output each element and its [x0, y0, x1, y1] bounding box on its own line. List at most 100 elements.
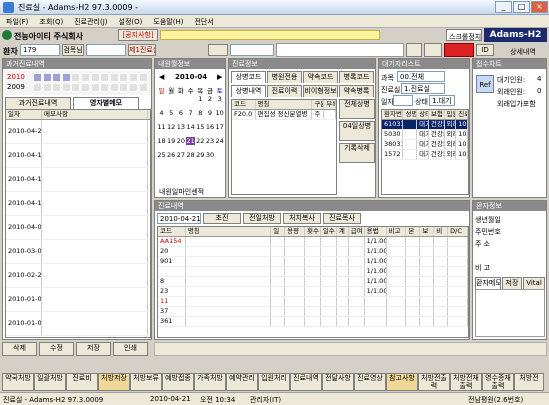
calendar-day[interactable]: 4	[157, 109, 166, 117]
history-row[interactable]: 2010-03-02	[6, 240, 150, 264]
menu-item-0[interactable]: 파일(F)	[0, 15, 33, 27]
month-cell[interactable]	[119, 83, 129, 92]
history-row[interactable]: 2010-01-07	[6, 288, 150, 312]
day-select[interactable]	[393, 95, 413, 106]
patient-memo-box[interactable]	[475, 289, 545, 337]
order-date-input[interactable]: 2010-04-21	[157, 213, 201, 224]
month-cell[interactable]	[81, 73, 90, 82]
month-cell[interactable]	[52, 73, 62, 82]
order-row[interactable]: 361	[158, 317, 468, 327]
bottom-btn-12[interactable]: 참고사항	[386, 373, 418, 391]
calendar-day[interactable]: 26	[167, 151, 176, 159]
bottom-btn-5[interactable]: 예방접종	[162, 373, 194, 391]
month-cell[interactable]	[61, 73, 71, 82]
tab-treat-1[interactable]: 병원전용	[267, 71, 302, 83]
calendar-day[interactable]: 10	[215, 109, 224, 117]
all-diagnosis-button[interactable]: 전체상병	[339, 99, 375, 119]
include-outpatient-check[interactable]: 외래입가포함	[497, 99, 536, 109]
calendar-day[interactable]: 22	[196, 137, 205, 145]
order-btn-3[interactable]: 진료목사	[323, 213, 361, 224]
calendar-day[interactable]: 6	[176, 109, 185, 117]
menu-item-2[interactable]: 진료관리(J)	[68, 15, 112, 27]
state-select[interactable]: 1.대기	[429, 95, 455, 106]
calendar-day[interactable]: 25	[157, 151, 166, 159]
calendar-day[interactable]: 9	[206, 109, 215, 117]
calendar-day[interactable]: 19	[167, 137, 176, 145]
month-cell[interactable]	[129, 73, 138, 82]
bottom-btn-9[interactable]: 진료내역	[290, 373, 322, 391]
subtab-treat-3[interactable]: 약속병록	[339, 85, 374, 97]
tab-memo[interactable]: 영자별메모	[73, 97, 139, 109]
month-cell[interactable]	[100, 73, 110, 82]
month-cell[interactable]	[61, 83, 71, 92]
calendar-day[interactable]: 29	[196, 151, 205, 159]
waiting-row[interactable]: 380310 대기건강보험외래10:32:45	[382, 140, 468, 150]
order-row[interactable]: 901 1/1.00	[158, 257, 468, 267]
calendar-day[interactable]: 28	[186, 151, 195, 159]
calendar-day[interactable]: 13	[176, 123, 185, 131]
month-cell[interactable]	[119, 73, 129, 82]
calendar-day[interactable]: 7	[186, 109, 195, 117]
menu-item-5[interactable]: 전단서	[188, 15, 218, 27]
viewer-button[interactable]	[406, 43, 422, 57]
check-scroll-stop[interactable]: 스크롤정지	[446, 29, 482, 41]
room-select[interactable]: 1.진료실	[401, 83, 445, 94]
calendar-day[interactable]: 23	[206, 137, 215, 145]
bottom-btn-13[interactable]: 처방전출력	[418, 373, 450, 391]
calendar-day[interactable]: 24	[215, 137, 224, 145]
month-cell[interactable]	[138, 73, 148, 82]
ref-button[interactable]: Ref	[476, 75, 494, 93]
reception-list-button[interactable]: 제1진료실	[128, 44, 156, 56]
order-row[interactable]: 1/1.00	[158, 267, 468, 277]
bottom-btn-10[interactable]: 전달사항	[322, 373, 354, 391]
month-cell[interactable]	[71, 83, 81, 92]
year-2010[interactable]: 2010	[7, 73, 25, 81]
chart-no-input[interactable]: 179	[20, 44, 60, 56]
next-month-icon[interactable]: ▶	[217, 73, 222, 81]
month-cell[interactable]	[90, 73, 100, 82]
bottom-btn-8[interactable]: 입원처리	[258, 373, 290, 391]
order-btn-1[interactable]: 전일처방	[243, 213, 281, 224]
bottom-btn-16[interactable]: 처방전	[514, 373, 544, 391]
calendar-day[interactable]: 11	[157, 123, 166, 131]
tab-history[interactable]: 과거진료내역	[5, 97, 71, 109]
prev-month-icon[interactable]: ◀	[159, 73, 164, 81]
notice-button[interactable]: [공지사항]	[118, 29, 158, 41]
month-cell[interactable]	[42, 73, 52, 82]
action-button[interactable]	[208, 44, 228, 56]
bottom-btn-15[interactable]: 영수증재출력	[482, 373, 514, 391]
bottom-btn-1[interactable]: 일괄처방	[34, 373, 66, 391]
id-button[interactable]: ID	[476, 44, 494, 56]
month-cell[interactable]	[81, 83, 90, 92]
menu-item-3[interactable]: 설정(O)	[113, 15, 148, 27]
calendar-day[interactable]: 20	[176, 137, 185, 145]
history-row[interactable]: 2010-04-21	[6, 120, 150, 144]
calendar-day[interactable]: 30	[206, 151, 215, 159]
month-cell[interactable]	[42, 83, 52, 92]
history-row[interactable]: 2010-01-05	[6, 312, 150, 336]
bottom-btn-11[interactable]: 진료영상	[354, 373, 386, 391]
calendar-day[interactable]: 2	[206, 95, 215, 103]
month-cell[interactable]	[109, 83, 119, 92]
order-row[interactable]: 23 1/1.00	[158, 287, 468, 297]
order-row[interactable]: 8 1/1.00	[158, 277, 468, 287]
month-cell[interactable]	[33, 73, 42, 82]
order-btn-2[interactable]: 처치복사	[283, 213, 321, 224]
maximize-button[interactable]: □	[513, 1, 530, 13]
calendar-day[interactable]: 15	[196, 123, 205, 131]
month-cell[interactable]	[52, 83, 62, 92]
mid-btn-1[interactable]: 수정	[39, 342, 74, 356]
mid-btn-0[interactable]: 삭제	[2, 342, 37, 356]
month-cell[interactable]	[100, 83, 110, 92]
tab-vital[interactable]: Vital	[523, 277, 545, 289]
mid-btn-3[interactable]: 인쇄	[113, 342, 148, 356]
order-btn-0[interactable]: 초진	[203, 213, 241, 224]
bottom-btn-7[interactable]: 예약관리	[226, 373, 258, 391]
pt-cnt-button[interactable]	[424, 43, 442, 57]
tab-save[interactable]: 저장	[502, 277, 522, 289]
mid-btn-2[interactable]: 저장	[76, 342, 111, 356]
calendar-day[interactable]: 14	[186, 123, 195, 131]
year-2009[interactable]: 2009	[7, 83, 25, 91]
calendar-day[interactable]: 8	[196, 109, 205, 117]
calendar-day[interactable]: 17	[215, 123, 224, 131]
